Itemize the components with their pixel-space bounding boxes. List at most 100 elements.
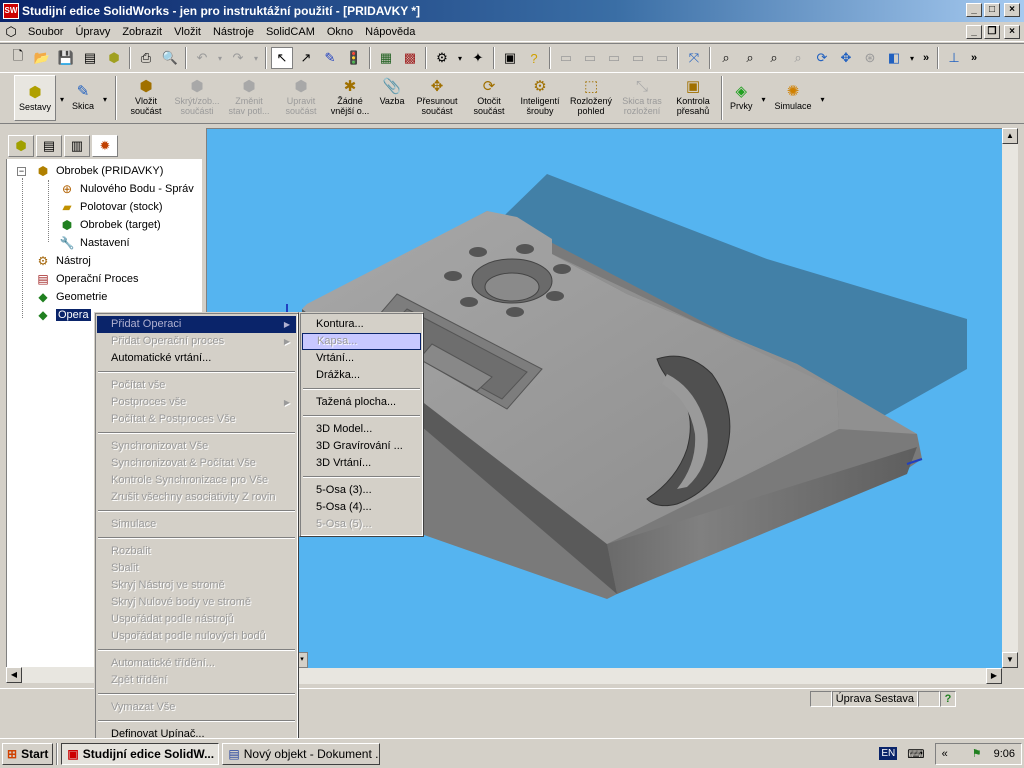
no-external-button[interactable]: ✱ Žádné vnější o... [326,74,374,122]
configuration-tab-icon[interactable]: ▥ [64,135,90,157]
skica-dropdown-icon[interactable]: ▾ [98,74,112,122]
exploded-view-button[interactable]: ⬚ Rozložený pohled [566,74,616,122]
mate-button[interactable]: 📎 Vazba [374,74,410,122]
rotate-view-icon[interactable]: ⟳ [811,47,833,69]
interference-button[interactable]: ▣ Kontrola přesahů [668,74,718,122]
edit-part-button[interactable]: ⬢ Upravit součást [276,74,326,122]
rotate-part-button[interactable]: ⟳ Otočit součást [464,74,514,122]
menu-item-5-osa-3[interactable]: 5-Osa (3)... [302,482,421,499]
assembly-file-icon[interactable]: ⬢ [103,47,125,69]
menu-item-rozbalit[interactable]: Rozbalit [97,543,296,560]
menu-item-pocitat-postproces-vse[interactable]: Počítat & Postproces Vše [97,411,296,428]
insert-part-button[interactable]: ⬢ Vložit součást [120,74,172,122]
menu-item-synchronizovat-vse[interactable]: Synchronizovat Vše [97,438,296,455]
solidcam-tab-icon[interactable]: ✹ [92,135,118,157]
zoom-selection-icon[interactable]: ⌕ [787,47,809,69]
new-file-icon[interactable]: 🗋 [7,47,29,69]
smart-fasteners-button[interactable]: ⚙ Inteligentí šrouby [514,74,566,122]
menu-item-zpet-trideni[interactable]: Zpět třídění [97,672,296,689]
doc-minimize-button[interactable]: _ [966,25,982,39]
tray-windows-icon[interactable]: ⚑ [972,747,982,760]
menu-item-vymazat-vse[interactable]: Vymazat Vše [97,699,296,716]
menu-item-3d-model[interactable]: 3D Model... [302,421,421,438]
select-other-icon[interactable]: ↗ [295,47,317,69]
menu-soubor[interactable]: Soubor [22,26,69,38]
task-document[interactable]: ▤ Nový objekt - Dokument ... [222,742,381,765]
menu-item-sbalit[interactable]: Sbalit [97,560,296,577]
scroll-up-button[interactable]: ▲ [1002,128,1018,144]
task-solidworks[interactable]: ▣ Studijní edice SolidW... [61,742,220,765]
menu-upravy[interactable]: Úpravy [69,26,116,38]
feature-tree-tab-icon[interactable]: ⬢ [8,135,34,157]
menu-item-synchronizovat-pocitat-vse[interactable]: Synchronizovat & Počítat Vše [97,455,296,472]
tree-item-geometrie[interactable]: ◆ Geometrie [34,289,107,305]
redo-icon[interactable]: ↷ [227,47,249,69]
view-front-icon[interactable]: ▭ [555,47,577,69]
sestavy-dropdown-icon[interactable]: ▾ [56,74,68,122]
prvky-tab[interactable]: ◈ Prvky [726,74,757,120]
minimize-button[interactable]: _ [966,3,982,17]
brick-icon[interactable]: ▩ [399,47,421,69]
menu-item-usporadat-podle-nulovych-bodu[interactable]: Uspořádat podle nulových bodů [97,628,296,645]
zoom-fit-icon[interactable]: ⌕ [715,47,737,69]
menu-item-automaticke-trideni[interactable]: Automatické třídění... [97,655,296,672]
properties-icon[interactable]: ▣ [499,47,521,69]
clock[interactable]: 9:06 [994,748,1015,760]
skica-tab[interactable]: ✎ Skica [68,74,98,120]
tree-item-operace[interactable]: ◆ Opera [34,307,91,323]
menu-item-drazka[interactable]: Drážka... [302,367,421,384]
title-bar[interactable]: SW Studijní edice SolidWorks - jen pro i… [0,0,1024,22]
menu-item-automaticke-vrtani[interactable]: Automatické vrtání... [97,350,296,367]
property-tab-icon[interactable]: ▤ [36,135,62,157]
camera-icon[interactable]: ✦ [467,47,489,69]
change-state-button[interactable]: ⬢ Změnit stav potl... [222,74,276,122]
prvky-dropdown-icon[interactable]: ▾ [757,74,771,122]
explode-line-button[interactable]: ⤡ Skica tras rozložení [616,74,668,122]
hide-show-button[interactable]: ⬢ Skrýt/zob... součásti [172,74,222,122]
tree-collapse-icon[interactable]: − [17,167,26,176]
simulace-tab[interactable]: ✺ Simulace [771,74,816,120]
menu-napoveda[interactable]: Nápověda [359,26,421,38]
menu-item-kontrole-synchronizace-pro-vse[interactable]: Kontrole Synchronizace pro Vše [97,472,296,489]
toolbar-overflow-icon-2[interactable]: » [967,47,981,69]
menu-okno[interactable]: Okno [321,26,359,38]
undo-icon[interactable]: ↶ [191,47,213,69]
move-part-button[interactable]: ✥ Přesunout součást [410,74,464,122]
tree-item-nastroj[interactable]: ⚙ Nástroj [34,253,91,269]
keyboard-icon[interactable]: ⌨ [907,747,924,761]
menu-item-3d-vrtani[interactable]: 3D Vrtání... [302,455,421,472]
menu-item-vrtani[interactable]: Vrtání... [302,350,421,367]
tray-expand-icon[interactable]: « [942,748,948,760]
tree-item-nastaveni[interactable]: 🔧 Nastavení [58,235,130,251]
menu-nastroje[interactable]: Nástroje [207,26,260,38]
redo-dropdown-icon[interactable]: ▾ [251,47,261,69]
pan-icon[interactable]: ✥ [835,47,857,69]
view-left-icon[interactable]: ▭ [603,47,625,69]
language-indicator[interactable]: EN [879,747,898,760]
settings-dropdown-icon[interactable]: ▾ [455,47,465,69]
sestavy-tab[interactable]: ⬢ Sestavy [14,75,57,121]
status-help-icon[interactable]: ? [940,690,956,707]
select-arrow-icon[interactable]: ↖ [271,47,293,69]
view-back-icon[interactable]: ▭ [579,47,601,69]
open-folder-icon[interactable]: 📂 [31,47,53,69]
tree-item-target[interactable]: ⬢ Obrobek (target) [58,217,161,233]
tree-item-proces[interactable]: ▤ Operační Proces [34,271,138,287]
view-orientation-icon[interactable]: ◧ [883,47,905,69]
3d-view-icon[interactable]: ⊛ [859,47,881,69]
menu-item-pridat-operacni-proces[interactable]: Přidat Operační proces ▶ [97,333,296,350]
zoom-area-icon[interactable]: ⌕ [739,47,761,69]
save-image-icon[interactable]: ▤ [79,47,101,69]
menu-item-kapsa[interactable]: Kapsa... [302,333,421,350]
simulace-dropdown-icon[interactable]: ▾ [816,74,830,122]
menu-item-postproces-vse[interactable]: Postproces vše ▶ [97,394,296,411]
menu-item-pocitat-vse[interactable]: Počítat vše [97,377,296,394]
sketch-pencil-icon[interactable]: ✎ [319,47,341,69]
orientation-icon[interactable]: ⤧ [683,47,705,69]
menu-item-3d-gravirovani[interactable]: 3D Gravírování ... [302,438,421,455]
help-icon[interactable]: ? [523,47,545,69]
menu-item-skryj-nastroj-ve-strome[interactable]: Skryj Nástroj ve stromě [97,577,296,594]
tree-item-origin[interactable]: ⊕ Nulového Bodu - Správ [58,181,194,197]
menu-item-tazena-plocha[interactable]: Tažená plocha... [302,394,421,411]
menu-item-pridat-operaci[interactable]: Přidat Operaci ▶ [97,316,296,333]
